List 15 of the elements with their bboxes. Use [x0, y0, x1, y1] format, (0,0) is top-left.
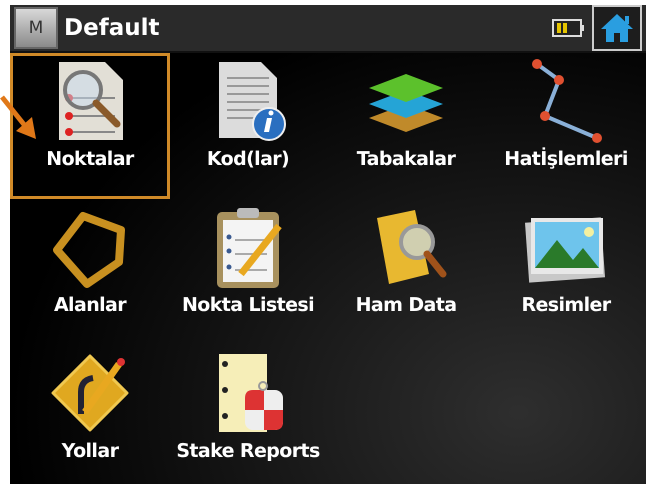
app-tile[interactable]: Ham Data: [326, 199, 486, 345]
app-tile[interactable]: Yollar: [10, 345, 170, 484]
app-tile[interactable]: Noktalar: [10, 53, 170, 199]
app-tile[interactable]: Alanlar: [10, 199, 170, 345]
battery-icon: [552, 18, 586, 38]
app-tile[interactable]: Stake Reports: [170, 345, 326, 484]
menu-button[interactable]: M: [14, 7, 58, 49]
home-icon: [599, 12, 635, 44]
app-tile[interactable]: Resimler: [486, 199, 646, 345]
home-button[interactable]: [592, 5, 642, 51]
app-tile[interactable]: Hatİşlemleri: [486, 53, 646, 199]
app-tile[interactable]: Tabakalar: [326, 53, 486, 199]
app-tile[interactable]: Nokta Listesi: [170, 199, 326, 345]
app-tile[interactable]: Kod(lar): [170, 53, 326, 199]
window-title: Default: [64, 15, 160, 41]
